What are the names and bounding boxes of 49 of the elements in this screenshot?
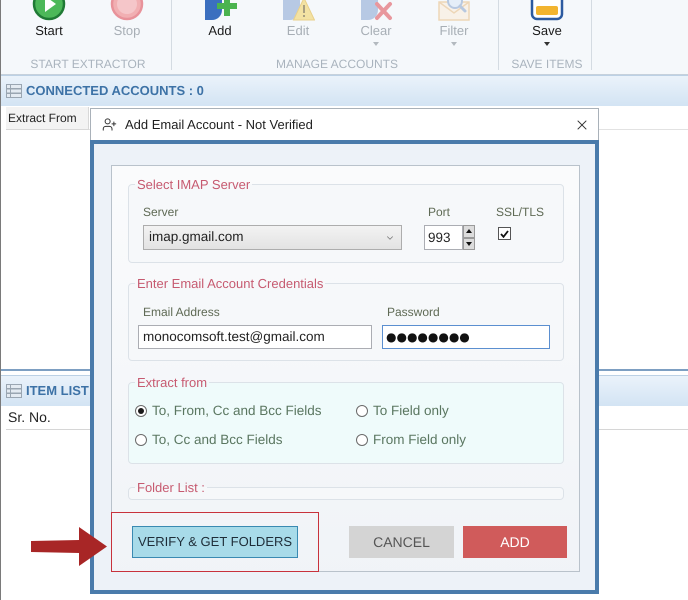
cancel-button[interactable]: CANCEL (349, 526, 454, 558)
group-title: Enter Email Account Credentials (136, 276, 324, 291)
section-title: CONNECTED ACCOUNTS : 0 (26, 82, 204, 100)
group-label: SAVE ITEMS (510, 57, 584, 71)
column-header: Sr. No. (7, 408, 51, 427)
radio-label[interactable]: To, From, Cc and Bcc Fields (152, 400, 322, 422)
spin-up-button[interactable] (463, 225, 475, 238)
email-field[interactable]: monocomsoft.test@gmail.com (138, 325, 372, 349)
radio-label[interactable]: From Field only (373, 430, 466, 450)
radio-label[interactable]: To, Cc and Bcc Fields (152, 430, 283, 450)
dialog-title: Add Email Account - Not Verified (125, 116, 313, 134)
spin-down-button[interactable] (463, 238, 475, 250)
card-plus-icon (203, 0, 237, 21)
group-title: Folder List : (136, 480, 206, 495)
card-cross-icon (359, 0, 393, 21)
add-button[interactable]: ADD (463, 526, 567, 558)
section-title: ITEM LIST (26, 382, 89, 400)
radio-label[interactable]: To Field only (373, 400, 449, 422)
caret-up-icon (466, 229, 472, 234)
stop-icon (110, 0, 144, 21)
user-plus-icon (102, 117, 117, 132)
field-label: Port (427, 204, 452, 220)
server-dropdown[interactable]: imap.gmail.com (143, 225, 402, 250)
envelope-search-icon (437, 0, 471, 21)
group-label: MANAGE ACCOUNTS (274, 57, 399, 71)
check-icon (500, 230, 509, 238)
password-field[interactable]: ●●●●●●●● (382, 325, 550, 349)
caret-down-icon (466, 242, 472, 246)
field-label: Server (143, 204, 180, 220)
list-icon (6, 384, 22, 398)
list-icon (6, 84, 22, 98)
ribbon-button[interactable]: Add (181, 0, 259, 46)
group-title: Extract from (136, 375, 208, 390)
radio-button[interactable] (135, 405, 147, 417)
port-field[interactable]: 993 (424, 225, 463, 250)
radio-button[interactable] (356, 405, 368, 417)
group-label: START EXTRACTOR (29, 57, 147, 71)
field-label: Password (386, 304, 441, 320)
ribbon-button[interactable]: Start (10, 0, 88, 39)
column-header: Extract From (6, 107, 89, 130)
ribbon-button[interactable]: Save (508, 0, 586, 46)
card-warning-icon (281, 0, 315, 21)
field-label: Email Address (142, 304, 221, 320)
verify-button[interactable]: VERIFY & GET FOLDERS (132, 526, 298, 558)
radio-button[interactable] (135, 434, 147, 446)
group-title: Select IMAP Server (136, 177, 252, 192)
radio-button[interactable] (356, 434, 368, 446)
ssl-checkbox[interactable] (498, 227, 511, 240)
field-label: SSL/TLS (496, 204, 544, 220)
